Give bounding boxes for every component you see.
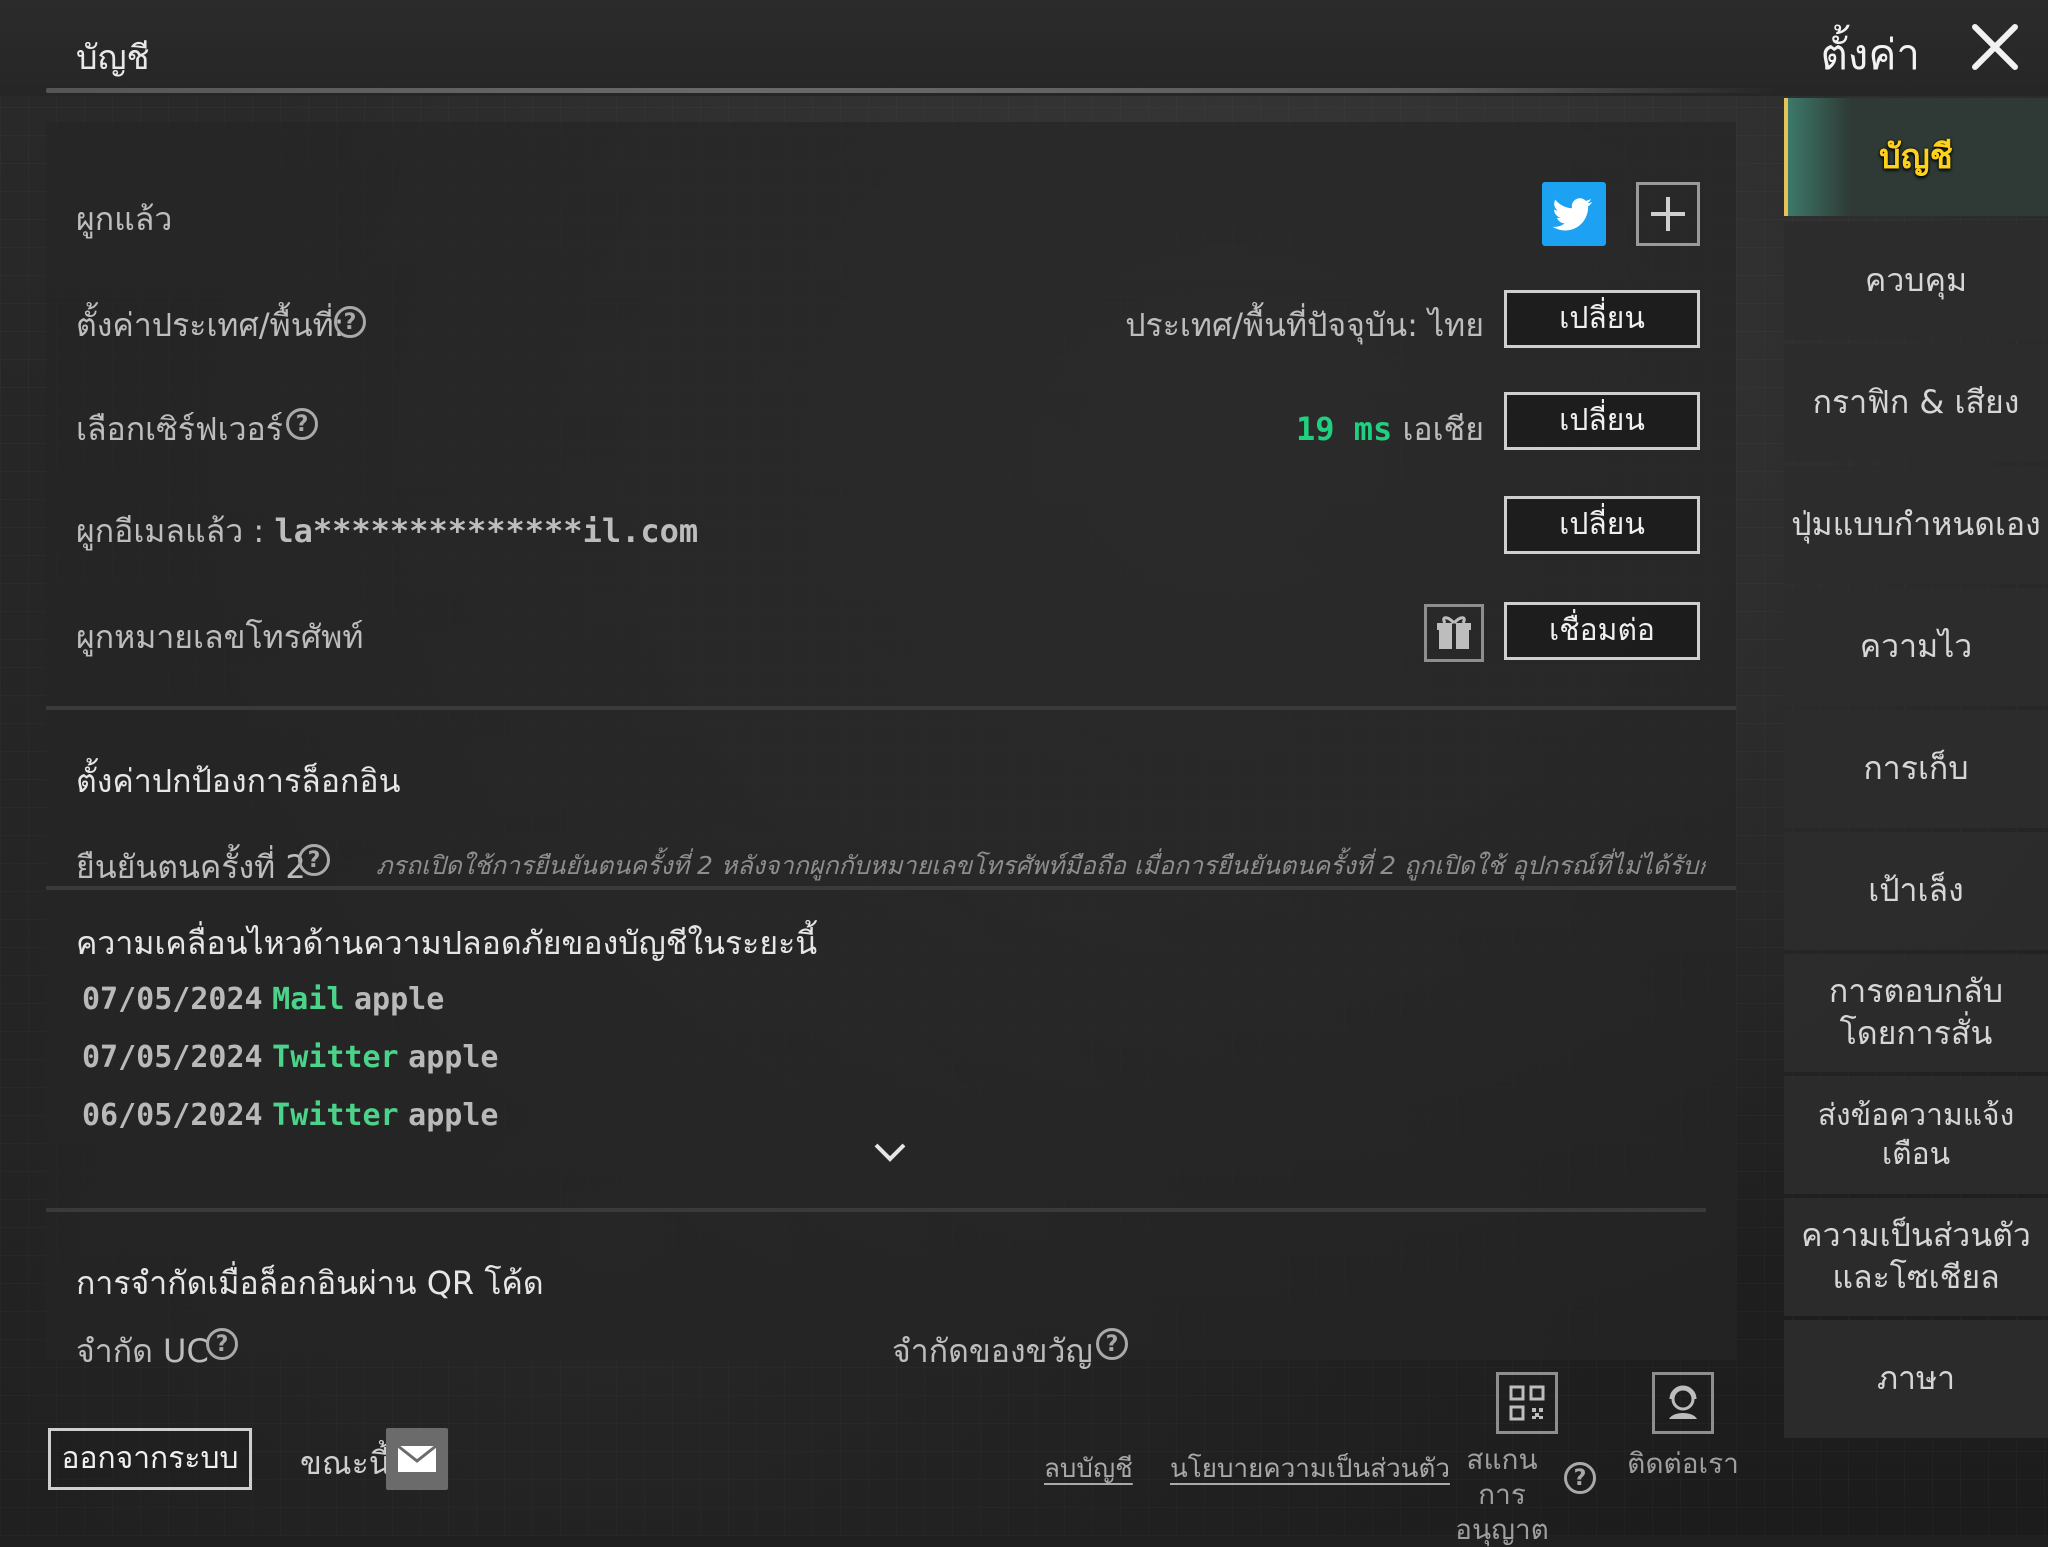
settings-sidebar: บัญชี ควบคุม กราฟิก & เสียง ปุ่มแบบกำหนด… [1784,96,2048,1536]
sidebar-item-privacy-social[interactable]: ความเป็นส่วนตัว และโซเชียล [1784,1198,2048,1316]
mail-button[interactable] [386,1428,448,1490]
activity-device: apple [408,1040,499,1075]
plus-icon [1651,197,1685,231]
logout-button[interactable]: ออกจากระบบ [48,1428,252,1490]
phone-label: ผูกหมายเลขโทรศัพท์ [76,618,364,656]
scan-auth-label: สแกนการ อนุญาต [1455,1443,1549,1546]
active-indicator [1784,98,1788,216]
activity-row: 07/05/2024 Twitter apple [82,1040,498,1075]
gift-help-icon[interactable]: ? [1096,1328,1128,1360]
add-binding-button[interactable] [1636,182,1700,246]
twofa-description: ภรถเปิดใช้การยืนยันตนครั้งที่ 2 หลังจากผ… [376,851,1706,880]
section-divider [46,706,1736,710]
privacy-policy-link[interactable]: นโยบายความเป็นส่วนตัว [1170,1448,1450,1489]
section-divider [46,886,1736,890]
email-label: ผูกอีเมลแล้ว : [76,512,265,550]
sidebar-item-crosshair[interactable]: เป้าเล็ง [1784,832,2048,950]
sidebar-item-label: กราฟิก & เสียง [1812,383,2020,422]
close-icon [1972,24,2018,70]
sidebar-item-label: ภาษา [1876,1359,1956,1398]
sidebar-item-label: ความไว [1859,627,1973,666]
delete-account-link[interactable]: ลบบัญชี [1044,1448,1133,1489]
activity-method: Mail [272,982,345,1017]
sidebar-item-controls[interactable]: ควบคุม [1784,222,2048,340]
activity-title: ความเคลื่อนไหวด้านความปลอดภัยของบัญชีในร… [76,924,818,962]
server-change-button[interactable]: เปลี่ยน [1504,392,1700,450]
close-button[interactable] [1970,22,2020,72]
expand-activity-button[interactable] [872,1140,908,1164]
twofa-help-icon[interactable]: ? [298,844,330,876]
sidebar-item-vibration[interactable]: การตอบกลับ โดยการสั่น [1784,954,2048,1072]
server-label: เลือกเซิร์ฟเวอร์ [76,410,283,448]
server-help-icon[interactable]: ? [286,408,318,440]
activity-method: Twitter [272,1040,399,1075]
protection-title: ตั้งค่าปกป้องการล็อกอิน [76,762,401,800]
server-status: 19 ms เอเชีย [1296,404,1484,455]
sidebar-item-label: ส่งข้อความแจ้งเตือน [1817,1098,2015,1172]
bound-label: ผูกแล้ว [76,200,173,238]
sidebar-item-label: บัญชี [1879,136,1953,177]
phone-connect-button[interactable]: เชื่อมต่อ [1504,602,1700,660]
sidebar-item-label: เป้าเล็ง [1868,871,1964,910]
support-agent-icon [1669,1385,1697,1419]
header-bar [0,0,2048,96]
contact-us-button[interactable] [1652,1372,1714,1434]
section-divider [46,1208,1706,1212]
qr-gift-label: จำกัดของขวัญ [892,1332,1093,1370]
region-current: ประเทศ/พื้นที่ปัจจุบัน: ไทย [1125,306,1484,344]
gift-icon [1437,616,1471,649]
sidebar-item-account[interactable]: บัญชี [1784,98,2048,216]
region-help-icon[interactable]: ? [334,306,366,338]
activity-device: apple [408,1098,499,1133]
sidebar-item-label: ความเป็นส่วนตัว และโซเชียล [1801,1216,2031,1296]
sidebar-item-graphics-audio[interactable]: กราฟิก & เสียง [1784,344,2048,462]
sidebar-item-custom-buttons[interactable]: ปุ่มแบบกำหนดเอง [1784,466,2048,584]
qr-title: การจำกัดเมื่อล็อกอินผ่าน QR โค้ด [76,1264,544,1302]
qr-uc-label: จำกัด UC [76,1332,209,1370]
sidebar-item-label: ปุ่มแบบกำหนดเอง [1791,505,2041,544]
activity-date: 07/05/2024 [82,982,263,1017]
scan-auth-button[interactable] [1496,1372,1558,1434]
sidebar-item-language[interactable]: ภาษา [1784,1320,2048,1438]
uc-help-icon[interactable]: ? [206,1328,238,1360]
email-row: ผูกอีเมลแล้ว : la**************il.com [76,506,698,557]
email-value: la**************il.com [274,512,699,550]
sidebar-item-label: ควบคุม [1864,261,1968,300]
sidebar-item-sensitivity[interactable]: ความไว [1784,588,2048,706]
activity-row: 07/05/2024 Mail apple [82,982,444,1017]
activity-row: 06/05/2024 Twitter apple [82,1098,498,1133]
twitter-bind-button[interactable] [1542,182,1606,246]
scan-help-icon[interactable]: ? [1564,1462,1596,1494]
region-label: ตั้งค่าประเทศ/พื้นที่: [76,306,345,344]
sidebar-item-label: การเก็บ [1863,749,1969,788]
contact-us-label: ติดต่อเรา [1627,1447,1739,1480]
now-label: ขณะนี้ [300,1444,391,1482]
activity-method: Twitter [272,1098,399,1133]
sidebar-item-pickup[interactable]: การเก็บ [1784,710,2048,828]
header-underline [46,88,1776,93]
region-change-button[interactable]: เปลี่ยน [1504,290,1700,348]
activity-date: 07/05/2024 [82,1040,263,1075]
page-title: บัญชี [76,38,150,78]
chevron-down-icon [874,1143,906,1162]
activity-device: apple [353,982,445,1017]
settings-title: ตั้งค่า [1820,30,1920,79]
twitter-icon [1552,198,1593,231]
qr-code-icon [1509,1385,1545,1421]
gift-button[interactable] [1424,604,1484,662]
mail-icon [397,1444,437,1472]
activity-date: 06/05/2024 [82,1098,263,1133]
sidebar-item-notifications[interactable]: ส่งข้อความแจ้งเตือน [1784,1076,2048,1194]
server-region: เอเชีย [1402,410,1484,448]
email-change-button[interactable]: เปลี่ยน [1504,496,1700,554]
server-ping: 19 ms [1295,410,1393,448]
sidebar-item-label: การตอบกลับ โดยการสั่น [1828,972,2004,1052]
